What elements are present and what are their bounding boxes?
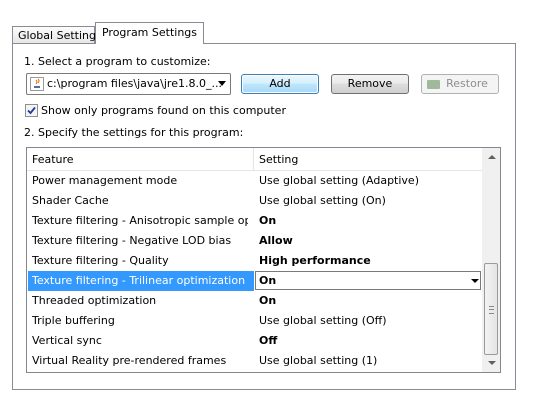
setting-cell[interactable]: Off (259, 334, 277, 347)
nvidia-logo-icon (427, 80, 440, 89)
table-row[interactable]: Triple buffering Use global setting (Off… (27, 311, 483, 331)
chevron-down-icon (488, 361, 496, 365)
table-row[interactable]: Power management mode Use global setting… (27, 171, 483, 191)
tab-global-settings[interactable]: Global Settings (12, 26, 102, 43)
setting-cell[interactable]: On (259, 294, 276, 307)
feature-cell: Texture filtering - Negative LOD bias (32, 234, 232, 247)
add-button[interactable]: Add (241, 74, 319, 94)
restore-button[interactable]: Restore (421, 74, 499, 94)
feature-cell: Vertical sync (32, 334, 102, 347)
table-row[interactable]: Threaded optimization On (27, 291, 483, 311)
feature-cell: Texture filtering - Quality (32, 254, 169, 267)
column-header-setting[interactable]: Setting (259, 153, 298, 166)
setting-cell[interactable]: Allow (259, 234, 293, 247)
table-row[interactable]: Virtual Reality pre-rendered frames Use … (27, 351, 483, 371)
scroll-down-button[interactable] (483, 355, 500, 372)
restore-button-label: Restore (446, 77, 488, 90)
remove-button[interactable]: Remove (331, 74, 409, 94)
feature-cell: Texture filtering - Trilinear optimizati… (32, 274, 246, 287)
chevron-up-icon (488, 155, 496, 159)
program-select-value: c:\program files\java\jre1.8.0_... (47, 77, 222, 90)
step2-label: 2. Specify the settings for this program… (24, 126, 244, 139)
show-only-label[interactable]: Show only programs found on this compute… (41, 104, 286, 117)
java-icon (30, 77, 44, 91)
table-row[interactable]: Texture filtering - Negative LOD bias Al… (27, 231, 483, 251)
setting-cell[interactable]: Use global setting (Adaptive) (259, 174, 419, 187)
feature-cell: Triple buffering (32, 314, 115, 327)
setting-cell[interactable]: Use global setting (1) (259, 354, 377, 367)
list-header: Feature Setting (27, 148, 483, 171)
table-row[interactable]: Texture filtering - Anisotropic sample o… (27, 211, 483, 231)
table-row-selected[interactable]: Texture filtering - Trilinear optimizati… (27, 271, 483, 291)
feature-cell: Threaded optimization (32, 294, 157, 307)
feature-cell: Texture filtering - Anisotropic sample o… (32, 214, 248, 227)
settings-list[interactable]: Feature Setting Power management mode Us… (26, 147, 501, 373)
setting-dropdown-value: On (259, 274, 277, 287)
step1-label: 1. Select a program to customize: (24, 55, 211, 68)
show-only-checkbox[interactable] (25, 104, 38, 117)
feature-cell: Power management mode (32, 174, 178, 187)
setting-cell[interactable]: High performance (259, 254, 371, 267)
setting-cell[interactable]: Use global setting (On) (259, 194, 386, 207)
column-divider[interactable] (253, 148, 254, 170)
setting-dropdown[interactable] (255, 271, 481, 290)
table-row[interactable]: Shader Cache Use global setting (On) (27, 191, 483, 211)
feature-cell: Shader Cache (32, 194, 109, 207)
feature-cell: Virtual Reality pre-rendered frames (32, 354, 227, 367)
chevron-down-icon[interactable] (471, 279, 479, 283)
scroll-thumb[interactable] (484, 263, 498, 355)
chevron-down-icon[interactable] (218, 81, 226, 86)
table-row[interactable]: Vertical sync Off (27, 331, 483, 351)
program-select[interactable]: c:\program files\java\jre1.8.0_... (26, 73, 231, 95)
table-row[interactable]: Texture filtering - Quality High perform… (27, 251, 483, 271)
scroll-up-button[interactable] (483, 148, 500, 165)
vertical-scrollbar[interactable] (482, 148, 500, 372)
column-header-feature[interactable]: Feature (32, 153, 74, 166)
setting-cell[interactable]: Use global setting (Off) (259, 314, 387, 327)
setting-cell[interactable]: On (259, 214, 276, 227)
grip-icon (489, 306, 494, 314)
checkmark-icon (27, 106, 36, 115)
tab-program-settings[interactable]: Program Settings (95, 22, 204, 44)
